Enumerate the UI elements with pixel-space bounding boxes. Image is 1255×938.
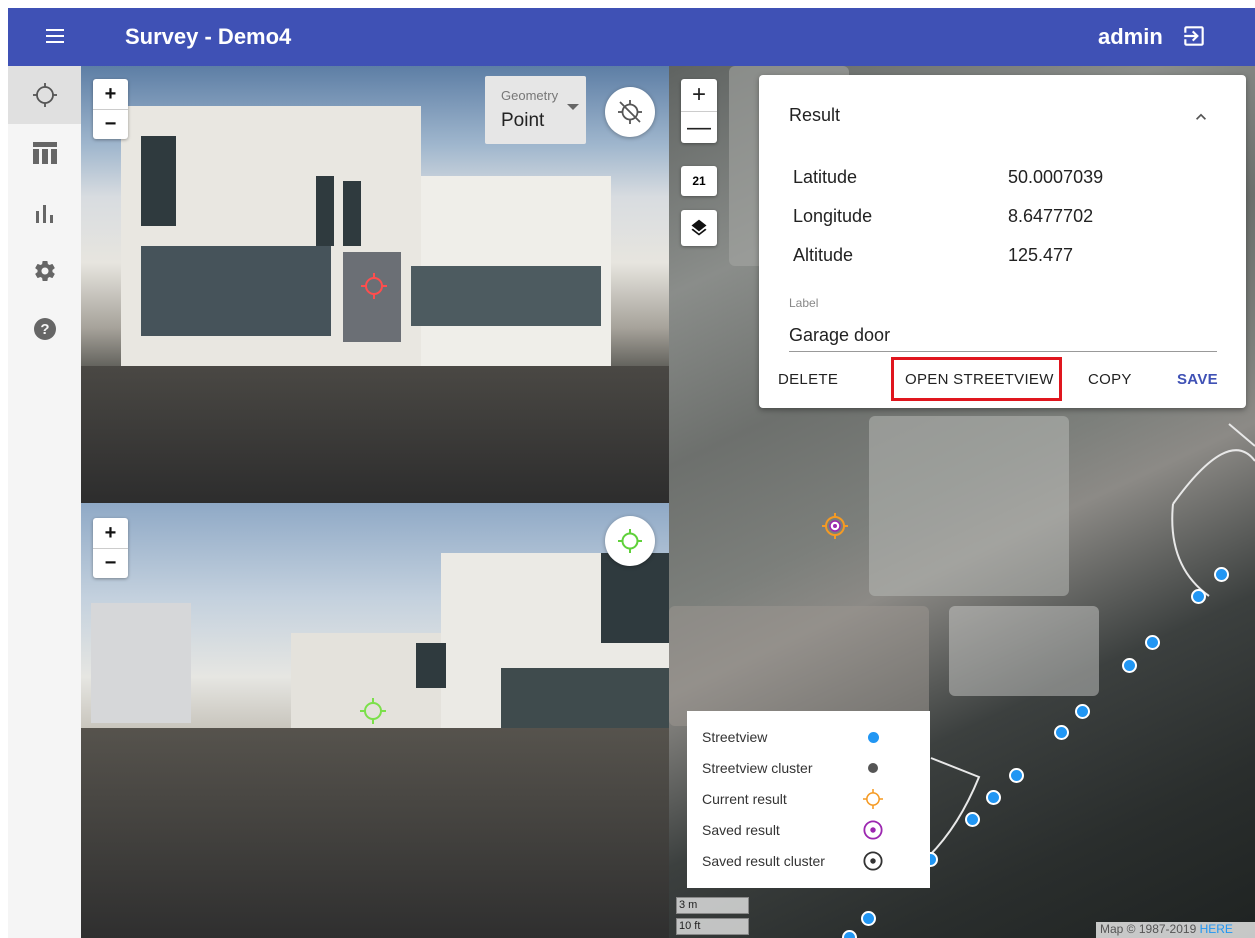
latitude-value: 50.0007039 <box>1008 167 1104 187</box>
zoom-in-button[interactable]: + <box>93 518 128 548</box>
streetview-point[interactable] <box>965 812 980 827</box>
streetview-point[interactable] <box>1075 704 1090 719</box>
username: admin <box>1098 24 1163 49</box>
longitude-label: Longitude <box>793 206 873 226</box>
legend-label: Streetview <box>702 729 768 745</box>
streetview-secondary[interactable] <box>81 503 669 938</box>
result-marker-icon[interactable] <box>360 698 386 724</box>
streetview-point[interactable] <box>986 790 1001 805</box>
streetview-point[interactable] <box>1145 635 1160 650</box>
scale-meters: 3 m <box>676 897 749 914</box>
copyright-text: Map © 1987-2019 <box>1100 922 1197 936</box>
app-title: Survey - Demo4 <box>125 24 292 49</box>
label-field-caption: Label <box>789 296 819 310</box>
map-zoom-in-button[interactable]: + <box>681 79 717 111</box>
map-zoom-control: + — <box>681 79 717 143</box>
copy-button[interactable]: COPY <box>1088 371 1132 388</box>
chart-icon[interactable] <box>8 184 81 242</box>
window <box>416 643 446 688</box>
map-legend: Streetview Streetview cluster Current re… <box>687 711 930 888</box>
menu-icon[interactable] <box>44 22 74 52</box>
view-cone <box>1171 423 1255 597</box>
cluster-dot-icon <box>863 758 883 778</box>
streetview-point[interactable] <box>1054 725 1069 740</box>
legend-label: Streetview cluster <box>702 760 813 776</box>
dropdown-arrow-icon <box>567 104 579 110</box>
open-streetview-button[interactable]: OPEN STREETVIEW <box>905 371 1054 388</box>
location-disabled-button[interactable] <box>605 87 655 137</box>
layers-button[interactable] <box>681 210 717 246</box>
svg-text:?: ? <box>40 321 49 338</box>
logout-icon[interactable] <box>1181 23 1211 51</box>
zoom-out-button[interactable]: − <box>93 109 128 139</box>
map-zoom-level: 21 <box>681 166 717 196</box>
geometry-select[interactable]: Geometry Point <box>485 76 586 144</box>
streetview-dot-icon <box>863 727 883 747</box>
streetview-zoom-control: + − <box>93 79 128 139</box>
zoom-in-button[interactable]: + <box>93 79 128 109</box>
current-result-map-icon[interactable] <box>822 513 848 539</box>
streetview-point[interactable] <box>1191 589 1206 604</box>
streetview-zoom-control: + − <box>93 518 128 578</box>
location-button[interactable] <box>605 516 655 566</box>
layers-icon <box>691 219 707 236</box>
legend-label: Saved result cluster <box>702 853 825 869</box>
saved-result-icon <box>863 820 883 840</box>
map-zoom-out-button[interactable]: — <box>681 111 717 143</box>
shopfront <box>411 266 601 326</box>
label-field[interactable] <box>789 320 1217 352</box>
crosshair-icon[interactable] <box>8 66 81 124</box>
window <box>343 181 361 246</box>
streetview-point[interactable] <box>1009 768 1024 783</box>
window <box>601 553 669 643</box>
streetview-point[interactable] <box>1122 658 1137 673</box>
altitude-label: Altitude <box>793 245 854 265</box>
geometry-select-label: Geometry <box>501 88 559 103</box>
latitude-label: Latitude <box>793 167 858 187</box>
here-link[interactable]: HERE <box>1200 922 1233 936</box>
longitude-value: 8.6477702 <box>1008 206 1094 226</box>
crosshair-icon <box>618 529 642 553</box>
window <box>141 136 176 226</box>
window <box>316 176 334 246</box>
road <box>81 728 669 938</box>
save-button[interactable]: SAVE <box>1177 371 1218 388</box>
current-result-icon <box>863 789 883 809</box>
chevron-up-icon[interactable] <box>1191 107 1211 127</box>
road <box>81 366 669 503</box>
map-copyright: Map © 1987-2019 HERE <box>1096 922 1255 938</box>
geometry-select-value: Point <box>501 110 545 131</box>
shopfront <box>141 246 331 336</box>
settings-icon[interactable] <box>8 242 81 300</box>
streetview-point[interactable] <box>842 930 857 938</box>
table-icon[interactable] <box>8 124 81 182</box>
legend-label: Current result <box>702 791 787 807</box>
altitude-value: 125.477 <box>1008 245 1074 265</box>
delete-button[interactable]: DELETE <box>778 371 838 388</box>
scale-feet: 10 ft <box>676 918 749 935</box>
streetview-point[interactable] <box>861 911 876 926</box>
legend-label: Saved result <box>702 822 780 838</box>
building <box>91 603 191 723</box>
sidebar: ? <box>8 66 81 938</box>
result-title: Result <box>789 105 841 125</box>
zoom-out-button[interactable]: − <box>93 548 128 578</box>
help-icon[interactable]: ? <box>8 300 81 358</box>
location-disabled-icon <box>618 100 642 124</box>
result-card: Result Latitude 50.0007039 Longitude 8.6… <box>759 75 1246 408</box>
current-result-marker-icon[interactable] <box>361 273 387 299</box>
saved-cluster-icon <box>863 851 883 871</box>
app-bar: Survey - Demo4 admin <box>8 8 1255 66</box>
view-cone <box>928 757 981 857</box>
streetview-point[interactable] <box>1214 567 1229 582</box>
